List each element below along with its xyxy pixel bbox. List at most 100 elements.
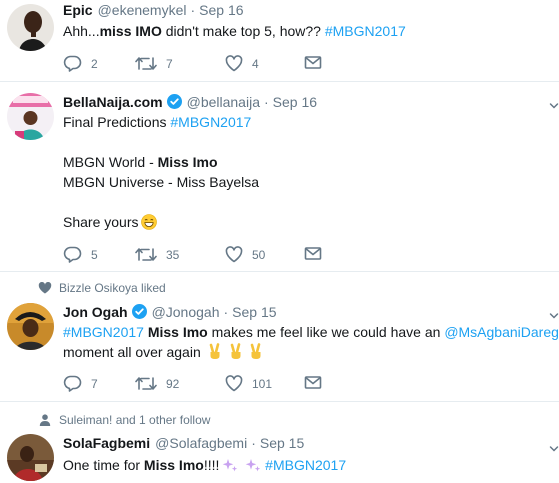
chevron-down-icon[interactable]	[549, 308, 559, 319]
retweet-icon	[135, 375, 157, 392]
grinning-face-emoji-icon	[141, 214, 158, 235]
display-name[interactable]: BellaNaija.com	[63, 94, 163, 110]
direct-message-button[interactable]	[304, 375, 322, 390]
avatar[interactable]	[7, 303, 54, 350]
hashtag-link[interactable]: #MBGN2017	[325, 23, 406, 39]
heart-icon	[38, 281, 52, 294]
reply-count: 7	[91, 376, 98, 391]
person-icon	[38, 414, 52, 426]
victory-hand-emoji-icon	[229, 343, 243, 365]
victory-hand-emoji-icon	[208, 343, 222, 365]
victory-hand-emoji-icon	[249, 343, 263, 365]
avatar[interactable]	[7, 4, 54, 51]
tweet-header: Epic @ekenemykel · Sep 16	[63, 2, 244, 18]
separator-dot: ·	[263, 94, 269, 110]
like-count: 50	[252, 247, 266, 262]
envelope-icon	[304, 55, 322, 70]
tweet-header: Jon Ogah @Jonogah · Sep 15	[63, 302, 277, 320]
tweet-date[interactable]: Sep 16	[273, 94, 317, 110]
display-name[interactable]: Jon Ogah	[63, 304, 128, 320]
retweet-button[interactable]: 92	[135, 375, 179, 392]
text-segment: !!!!	[203, 457, 220, 473]
retweet-count: 35	[166, 247, 180, 262]
text-segment: MBGN World -	[63, 154, 158, 170]
bold-text: miss IMO	[99, 23, 162, 39]
hashtag-link[interactable]: #MBGN2017	[265, 457, 346, 473]
tweet-text: One time for Miss Imo!!!! #MBGN2017	[63, 455, 553, 478]
tweet-text: #MBGN2017 Miss Imo makes me feel like we…	[63, 322, 559, 365]
user-handle[interactable]: @bellanaija	[187, 94, 260, 110]
reply-button[interactable]: 7	[63, 375, 98, 392]
like-count: 101	[252, 376, 273, 391]
bold-text: Miss Imo	[143, 457, 204, 473]
social-context: Bizzle Osikoya liked	[38, 281, 166, 295]
direct-message-button[interactable]	[304, 246, 322, 261]
text-segment: One time for	[63, 457, 144, 473]
display-name[interactable]: Epic	[63, 2, 93, 18]
chevron-down-icon[interactable]	[549, 441, 559, 452]
retweet-count: 92	[166, 376, 180, 391]
user-handle[interactable]: @Solafagbemi	[155, 435, 247, 451]
heart-icon	[225, 55, 243, 72]
like-button[interactable]: 101	[225, 375, 272, 392]
tweet-actions: 2 7 4	[63, 55, 363, 75]
tweet-bellanaija[interactable]: BellaNaija.com @bellanaija · Sep 16 Fina…	[0, 82, 559, 272]
avatar[interactable]	[7, 93, 54, 140]
tweet-epic[interactable]: Epic @ekenemykel · Sep 16 Ahh...miss IMO…	[0, 0, 559, 82]
display-name[interactable]: SolaFagbemi	[63, 435, 150, 451]
heart-icon	[225, 246, 243, 263]
tweet-date[interactable]: Sep 15	[260, 435, 304, 451]
text-segment: Share yours	[63, 214, 139, 230]
sparkles-emoji-icon	[222, 457, 238, 478]
reply-icon	[63, 375, 82, 392]
reply-icon	[63, 55, 82, 72]
separator-dot: ·	[190, 2, 196, 18]
heart-icon	[225, 375, 243, 392]
like-button[interactable]: 50	[225, 246, 265, 263]
tweet-actions: 7 92 101	[63, 375, 363, 395]
like-button[interactable]: 4	[225, 55, 259, 72]
tweet-actions: 5 35 50	[63, 246, 363, 266]
text-segment: Final Predictions	[63, 114, 171, 130]
reply-count: 5	[91, 247, 98, 262]
avatar[interactable]	[7, 434, 54, 481]
tweet-header: BellaNaija.com @bellanaija · Sep 16	[63, 92, 317, 110]
user-handle[interactable]: @ekenemykel	[98, 2, 187, 18]
reply-icon	[63, 246, 82, 263]
bold-text: Miss Imo	[147, 324, 208, 340]
text-segment: didn't make top 5, how??	[161, 23, 325, 39]
bold-text: Miss Imo	[157, 154, 218, 170]
retweet-button[interactable]: 7	[135, 55, 173, 72]
chevron-down-icon[interactable]	[549, 98, 559, 109]
tweet-date[interactable]: Sep 16	[199, 2, 243, 18]
reply-button[interactable]: 5	[63, 246, 98, 263]
reply-count: 2	[91, 56, 98, 71]
context-text[interactable]: Suleiman! and 1 other follow	[59, 413, 210, 427]
context-text[interactable]: Bizzle Osikoya liked	[59, 281, 166, 295]
verified-badge-icon	[166, 94, 182, 109]
mention-link[interactable]: @MsAgbaniDarego	[444, 324, 559, 340]
direct-message-button[interactable]	[304, 55, 322, 70]
envelope-icon	[304, 246, 322, 261]
tweet-date[interactable]: Sep 15	[232, 304, 276, 320]
sparkles-emoji-icon	[245, 457, 261, 478]
text-segment: moment all over again	[63, 344, 201, 360]
social-context: Suleiman! and 1 other follow	[38, 413, 210, 427]
retweet-count: 7	[166, 56, 173, 71]
like-count: 4	[252, 56, 259, 71]
hashtag-link[interactable]: #MBGN2017	[63, 324, 144, 340]
tweet-header: SolaFagbemi @Solafagbemi · Sep 15	[63, 435, 304, 451]
envelope-icon	[304, 375, 322, 390]
tweet-text: Ahh...miss IMO didn't make top 5, how?? …	[63, 21, 553, 41]
retweet-button[interactable]: 35	[135, 246, 179, 263]
user-handle[interactable]: @Jonogah	[152, 304, 220, 320]
tweet-solafagbemi[interactable]: Suleiman! and 1 other follow SolaFagbemi…	[0, 402, 559, 483]
reply-button[interactable]: 2	[63, 55, 98, 72]
timeline: Epic @ekenemykel · Sep 16 Ahh...miss IMO…	[0, 0, 559, 483]
separator-dot: ·	[223, 304, 229, 320]
separator-dot: ·	[251, 435, 256, 451]
hashtag-link[interactable]: #MBGN2017	[170, 114, 251, 130]
tweet-jonogah[interactable]: Bizzle Osikoya liked Jon Ogah @Jonogah ·…	[0, 272, 559, 402]
